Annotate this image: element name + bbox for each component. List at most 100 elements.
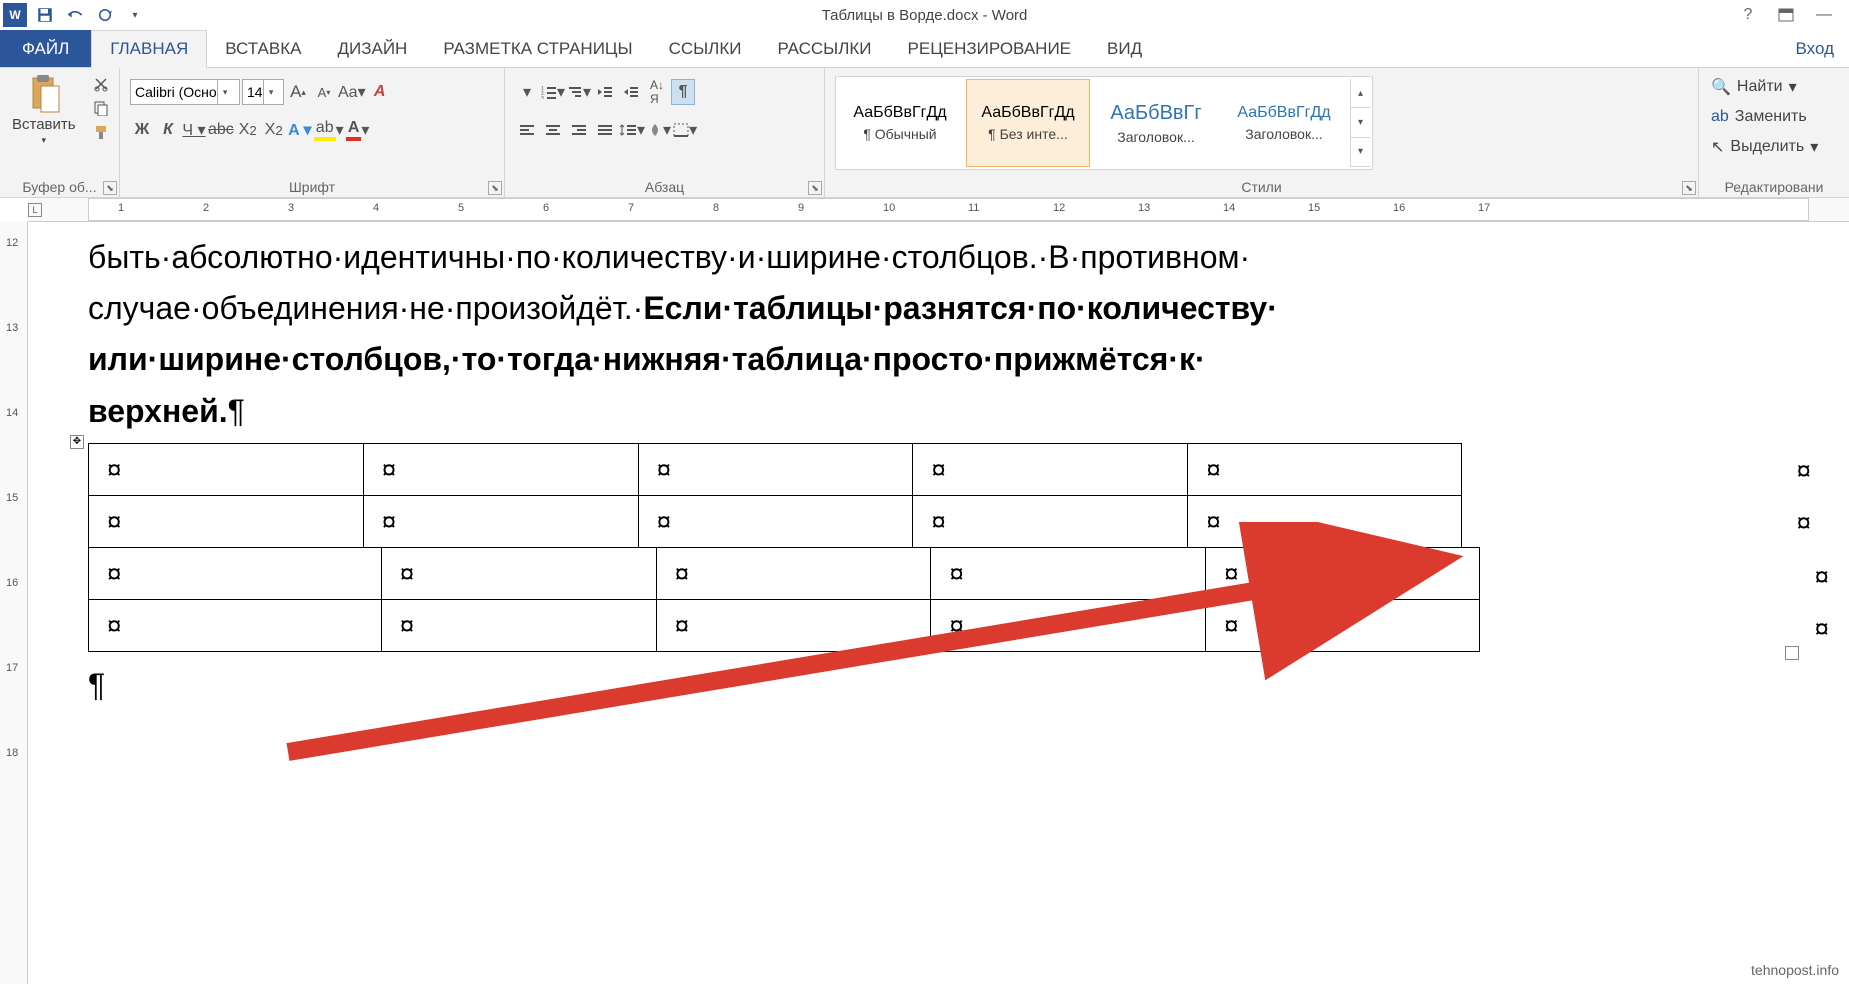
find-button[interactable]: 🔍Найти ▾ — [1711, 74, 1818, 100]
group-editing-label: Редактировани — [1705, 177, 1843, 195]
cut-icon[interactable] — [88, 72, 114, 96]
subscript-icon[interactable]: X2 — [236, 117, 260, 143]
paragraph-end[interactable]: ¶ — [88, 660, 1789, 711]
redo-icon[interactable] — [92, 2, 118, 28]
grow-font-icon[interactable]: A▴ — [286, 79, 310, 105]
ruler-vertical[interactable]: 12 13 14 15 16 17 18 — [0, 222, 28, 984]
show-marks-icon[interactable]: ¶ — [671, 79, 695, 105]
align-right-icon[interactable] — [567, 117, 591, 143]
svg-text:3: 3 — [541, 96, 544, 99]
ribbon: Вставить ▾ Буфер об... ⬊ Calibri (Осно▾ … — [0, 68, 1849, 198]
tab-insert[interactable]: ВСТАВКА — [207, 30, 319, 67]
copy-icon[interactable] — [88, 96, 114, 120]
document-area[interactable]: быть·абсолютно·идентичны·по·количеству·и… — [28, 222, 1849, 984]
align-left-icon[interactable] — [515, 117, 539, 143]
underline-icon[interactable]: Ч ▾ — [182, 117, 206, 143]
paragraph-text[interactable]: быть·абсолютно·идентичны·по·количеству·и… — [88, 232, 1789, 437]
save-icon[interactable] — [32, 2, 58, 28]
style-no-spacing[interactable]: АаБбВвГгДд ¶ Без инте... — [966, 79, 1090, 167]
word-app-icon[interactable]: W — [2, 2, 28, 28]
replace-button[interactable]: abЗаменить — [1711, 104, 1818, 130]
style-normal[interactable]: АаБбВвГгДд ¶ Обычный — [838, 79, 962, 167]
table-2[interactable]: ¤ ¤ ¤ ¤ ¤ ¤ ¤ ¤ ¤ ¤ — [88, 547, 1480, 652]
minimize-icon[interactable]: — — [1811, 2, 1837, 28]
tab-design[interactable]: ДИЗАЙН — [319, 30, 425, 67]
font-color-icon[interactable]: A▾ — [346, 117, 370, 143]
numbering-icon[interactable]: 123▾ — [541, 79, 565, 105]
titlebar: W ▾ Таблицы в Ворде.docx - Word ? — — [0, 0, 1849, 30]
paste-label: Вставить — [12, 116, 76, 133]
italic-icon[interactable]: К — [156, 117, 180, 143]
qat-customize-icon[interactable]: ▾ — [122, 2, 148, 28]
ruler-horizontal[interactable]: L 1 2 3 4 5 6 7 8 9 10 11 12 13 14 15 16… — [28, 198, 1849, 222]
help-icon[interactable]: ? — [1735, 2, 1761, 28]
paste-button[interactable]: Вставить ▾ — [6, 72, 82, 148]
titlebar-right: ? — — [1733, 2, 1849, 28]
increase-indent-icon[interactable] — [619, 79, 643, 105]
justify-icon[interactable] — [593, 117, 617, 143]
tab-file[interactable]: ФАЙЛ — [0, 30, 91, 67]
style-heading1[interactable]: АаБбВвГг Заголовок... — [1094, 79, 1218, 167]
clear-format-icon[interactable]: A — [368, 79, 392, 105]
gallery-down-icon[interactable]: ▾ — [1351, 108, 1370, 137]
table-move-handle-icon[interactable]: ✥ — [70, 435, 84, 449]
table-1[interactable]: ¤ ¤ ¤ ¤ ¤ ¤ ¤ ¤ ¤ ¤ — [88, 443, 1462, 548]
group-styles: АаБбВвГгДд ¶ Обычный АаБбВвГгДд ¶ Без ин… — [825, 68, 1699, 197]
font-size-input[interactable]: 14▾ — [242, 79, 284, 105]
ribbon-display-icon[interactable] — [1773, 2, 1799, 28]
superscript-icon[interactable]: X2 — [262, 117, 286, 143]
table-row: ¤ ¤ ¤ ¤ ¤ — [89, 443, 1462, 495]
group-styles-label: Стили — [831, 177, 1692, 195]
group-editing: 🔍Найти ▾ abЗаменить ↖Выделить ▾ Редактир… — [1699, 68, 1849, 197]
window-title: Таблицы в Ворде.docx - Word — [822, 7, 1028, 24]
select-icon: ↖ — [1711, 137, 1724, 157]
tab-review[interactable]: РЕЦЕНЗИРОВАНИЕ — [890, 30, 1090, 67]
text-effects-icon[interactable]: A ▾ — [288, 117, 312, 143]
gallery-nav: ▴ ▾ ▾ — [1350, 79, 1370, 167]
styles-gallery: АаБбВвГгДд ¶ Обычный АаБбВвГгДд ¶ Без ин… — [835, 76, 1373, 170]
table-row: ¤ ¤ ¤ ¤ ¤ — [89, 547, 1480, 599]
highlight-icon[interactable]: ab▾ — [314, 117, 344, 143]
replace-icon: ab — [1711, 108, 1729, 126]
align-center-icon[interactable] — [541, 117, 565, 143]
bullets-icon[interactable]: ▾ — [515, 79, 539, 105]
find-icon: 🔍 — [1711, 77, 1731, 97]
gallery-up-icon[interactable]: ▴ — [1351, 79, 1370, 108]
table-resize-handle-icon[interactable] — [1785, 646, 1799, 660]
tab-home[interactable]: ГЛАВНАЯ — [91, 30, 207, 68]
undo-icon[interactable] — [62, 2, 88, 28]
borders-icon[interactable]: ▾ — [673, 117, 697, 143]
tab-references[interactable]: ССЫЛКИ — [651, 30, 760, 67]
styles-dialog-launcher[interactable]: ⬊ — [1682, 181, 1696, 195]
group-font: Calibri (Осно▾ 14▾ A▴ A▾ Aa▾ A Ж К Ч ▾ a… — [120, 68, 505, 197]
tab-view[interactable]: ВИД — [1089, 30, 1160, 67]
shading-icon[interactable]: ▾ — [647, 117, 671, 143]
group-clipboard: Вставить ▾ Буфер об... ⬊ — [0, 68, 120, 197]
gallery-more-icon[interactable]: ▾ — [1351, 138, 1370, 167]
ribbon-tabs: ФАЙЛ ГЛАВНАЯ ВСТАВКА ДИЗАЙН РАЗМЕТКА СТР… — [0, 30, 1849, 68]
change-case-icon[interactable]: Aa▾ — [338, 79, 366, 105]
clipboard-dialog-launcher[interactable]: ⬊ — [103, 181, 117, 195]
font-name-input[interactable]: Calibri (Осно▾ — [130, 79, 240, 105]
page: быть·абсолютно·идентичны·по·количеству·и… — [28, 222, 1849, 721]
select-button[interactable]: ↖Выделить ▾ — [1711, 134, 1818, 160]
shrink-font-icon[interactable]: A▾ — [312, 79, 336, 105]
group-paragraph-label: Абзац — [511, 177, 818, 195]
group-paragraph: ▾ 123▾ ▾ A↓Я ¶ ▾ ▾ ▾ Абзац ⬊ — [505, 68, 825, 197]
line-spacing-icon[interactable]: ▾ — [619, 117, 645, 143]
multilevel-icon[interactable]: ▾ — [567, 79, 591, 105]
font-dialog-launcher[interactable]: ⬊ — [488, 181, 502, 195]
login-link[interactable]: Вход — [1796, 30, 1849, 67]
bold-icon[interactable]: Ж — [130, 117, 154, 143]
tab-selector-icon[interactable]: L — [28, 203, 42, 217]
paragraph-dialog-launcher[interactable]: ⬊ — [808, 181, 822, 195]
decrease-indent-icon[interactable] — [593, 79, 617, 105]
format-painter-icon[interactable] — [88, 120, 114, 144]
tab-mailings[interactable]: РАССЫЛКИ — [759, 30, 889, 67]
table-row: ¤ ¤ ¤ ¤ ¤ — [89, 495, 1462, 547]
strikethrough-icon[interactable]: abc — [208, 117, 234, 143]
style-heading2[interactable]: АаБбВвГгДд Заголовок... — [1222, 79, 1346, 167]
sort-icon[interactable]: A↓Я — [645, 79, 669, 105]
tab-page-layout[interactable]: РАЗМЕТКА СТРАНИЦЫ — [425, 30, 650, 67]
quick-access-toolbar: W ▾ — [0, 0, 150, 30]
